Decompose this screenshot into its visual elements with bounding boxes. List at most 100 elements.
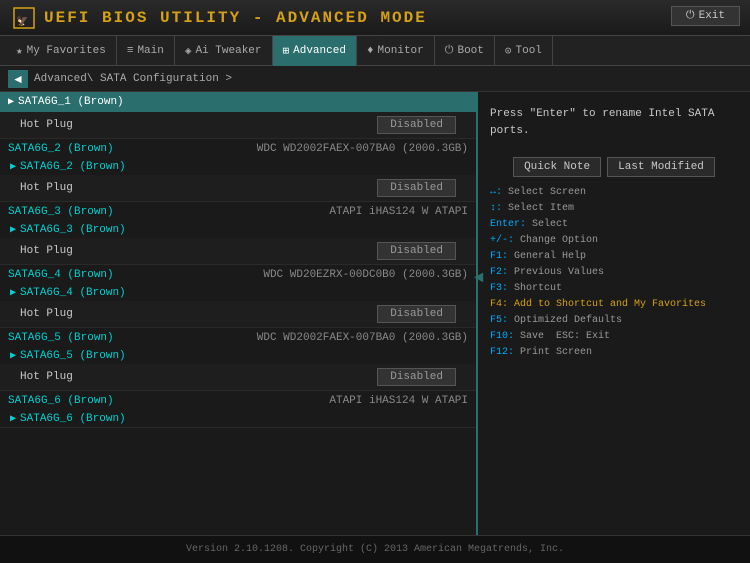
sata-sub-label-4[interactable]: ▶ SATA6G_4 (Brown): [0, 285, 476, 301]
hot-plug-value-1[interactable]: Disabled: [377, 116, 456, 134]
nav-item-advanced[interactable]: ⊞ Advanced: [273, 36, 357, 66]
nav-item-favorites[interactable]: ★ My Favorites: [6, 36, 117, 66]
hot-plug-value-4[interactable]: Disabled: [377, 305, 456, 323]
exit-button[interactable]: ⏻ Exit: [671, 6, 740, 26]
hot-plug-label-5: Hot Plug: [20, 371, 73, 383]
sata-title-1: ▶ SATA6G_1 (Brown): [8, 96, 124, 108]
sata-header-row-1[interactable]: ▶ SATA6G_1 (Brown): [0, 92, 476, 112]
hot-plug-row-4: Hot Plug Disabled: [0, 301, 476, 327]
ai-tweaker-icon: ◈: [185, 44, 192, 58]
header-title: UEFI BIOS UTILITY - ADVANCED MODE: [44, 9, 427, 27]
sata-sub-arrow-2: ▶: [10, 161, 16, 173]
hot-plug-label-4: Hot Plug: [20, 308, 73, 320]
breadcrumb-bar: ◄ Advanced\ SATA Configuration >: [0, 66, 750, 92]
left-panel: ▶ SATA6G_1 (Brown) Hot Plug Disabled SAT…: [0, 92, 478, 535]
exit-label: Exit: [699, 10, 725, 22]
shortcut-item-enter: Enter: Select: [490, 217, 738, 233]
shortcuts-panel: ↔: Select Screen ↕: Select Item Enter: S…: [486, 185, 742, 361]
quick-note-button[interactable]: Quick Note: [513, 157, 601, 177]
sata-title-5-label: SATA6G_5 (Brown): [8, 332, 114, 344]
sata-group-4: SATA6G_4 (Brown) WDC WD20EZRX-00DC0B0 (2…: [0, 265, 476, 328]
sata-title-2-label: SATA6G_2 (Brown): [8, 143, 114, 155]
shortcut-item-f5: F5: Optimized Defaults: [490, 313, 738, 329]
nav-label-tool: Tool: [516, 45, 542, 57]
boot-icon: ⏻: [445, 45, 454, 57]
sata-drive-info-6: ATAPI iHAS124 W ATAPI: [329, 395, 468, 407]
scroll-indicator: ◄: [474, 269, 484, 287]
nav-item-ai-tweaker[interactable]: ◈ Ai Tweaker: [175, 36, 273, 66]
header-logo: 🦅 UEFI BIOS UTILITY - ADVANCED MODE: [10, 4, 427, 32]
nav-label-favorites: My Favorites: [27, 45, 106, 57]
sata-sub-label-2[interactable]: ▶ SATA6G_2 (Brown): [0, 159, 476, 175]
shortcut-item-screen: ↔: Select Screen: [490, 185, 738, 201]
shortcut-item-f4: F4: Add to Shortcut and My Favorites: [490, 297, 738, 313]
sata-drive-info-2: WDC WD2002FAEX-007BA0 (2000.3GB): [257, 143, 468, 155]
sata-sub-arrow-3: ▶: [10, 224, 16, 236]
main-icon: ≡: [127, 45, 134, 57]
favorites-icon: ★: [16, 44, 23, 58]
shortcut-item-f12: F12: Print Screen: [490, 345, 738, 361]
back-button[interactable]: ◄: [8, 70, 28, 88]
nav-label-main: Main: [137, 45, 163, 57]
sata-title-6-label: SATA6G_6 (Brown): [8, 395, 114, 407]
nav-item-main[interactable]: ≡ Main: [117, 36, 175, 66]
hot-plug-row-2: Hot Plug Disabled: [0, 175, 476, 201]
svg-text:🦅: 🦅: [16, 14, 28, 28]
hot-plug-row-3: Hot Plug Disabled: [0, 238, 476, 264]
last-modified-button[interactable]: Last Modified: [607, 157, 715, 177]
quick-buttons: Quick Note Last Modified: [486, 157, 742, 177]
hot-plug-value-5[interactable]: Disabled: [377, 368, 456, 386]
tool-icon: ⊙: [505, 44, 512, 58]
shortcut-item-item: ↕: Select Item: [490, 201, 738, 217]
nav-label-boot: Boot: [457, 45, 483, 57]
nav-label-monitor: Monitor: [378, 45, 424, 57]
sata-header-row-4[interactable]: SATA6G_4 (Brown) WDC WD20EZRX-00DC0B0 (2…: [0, 265, 476, 285]
hot-plug-row-5: Hot Plug Disabled: [0, 364, 476, 390]
hot-plug-value-3[interactable]: Disabled: [377, 242, 456, 260]
sata-group-1: ▶ SATA6G_1 (Brown) Hot Plug Disabled: [0, 92, 476, 139]
sata-arrow-icon-1: ▶: [8, 96, 14, 108]
sata-sub-label-6[interactable]: ▶ SATA6G_6 (Brown): [0, 411, 476, 427]
sata-sub-label-5[interactable]: ▶ SATA6G_5 (Brown): [0, 348, 476, 364]
help-text: Press "Enter" to rename Intel SATA ports…: [486, 100, 742, 145]
sata-header-row-3[interactable]: SATA6G_3 (Brown) ATAPI iHAS124 W ATAPI: [0, 202, 476, 222]
nav-item-boot[interactable]: ⏻ Boot: [435, 36, 495, 66]
sata-group-3: SATA6G_3 (Brown) ATAPI iHAS124 W ATAPI ▶…: [0, 202, 476, 265]
nav-label-ai-tweaker: Ai Tweaker: [195, 45, 261, 57]
shortcut-item-f10: F10: Save ESC: Exit: [490, 329, 738, 345]
sata-header-row-2[interactable]: SATA6G_2 (Brown) WDC WD2002FAEX-007BA0 (…: [0, 139, 476, 159]
main-content: ▶ SATA6G_1 (Brown) Hot Plug Disabled SAT…: [0, 92, 750, 535]
sata-drive-info-5: WDC WD2002FAEX-007BA0 (2000.3GB): [257, 332, 468, 344]
sata-header-row-6[interactable]: SATA6G_6 (Brown) ATAPI iHAS124 W ATAPI: [0, 391, 476, 411]
shortcut-item-f3: F3: Shortcut: [490, 281, 738, 297]
hot-plug-value-2[interactable]: Disabled: [377, 179, 456, 197]
shortcut-item-f2: F2: Previous Values: [490, 265, 738, 281]
sata-title-3-label: SATA6G_3 (Brown): [8, 206, 114, 218]
breadcrumb: Advanced\ SATA Configuration >: [34, 73, 232, 85]
sata-sub-label-3[interactable]: ▶ SATA6G_3 (Brown): [0, 222, 476, 238]
sata-group-6: SATA6G_6 (Brown) ATAPI iHAS124 W ATAPI ▶…: [0, 391, 476, 428]
hot-plug-label-2: Hot Plug: [20, 182, 73, 194]
header: 🦅 UEFI BIOS UTILITY - ADVANCED MODE ⏻ Ex…: [0, 0, 750, 36]
sata-group-2: SATA6G_2 (Brown) WDC WD2002FAEX-007BA0 (…: [0, 139, 476, 202]
asus-logo-icon: 🦅: [10, 4, 38, 32]
navbar: ★ My Favorites ≡ Main ◈ Ai Tweaker ⊞ Adv…: [0, 36, 750, 66]
shortcut-item-change: +/-: Change Option: [490, 233, 738, 249]
shortcut-item-f1: F1: General Help: [490, 249, 738, 265]
footer: Version 2.10.1208. Copyright (C) 2013 Am…: [0, 535, 750, 563]
sata-drive-info-3: ATAPI iHAS124 W ATAPI: [329, 206, 468, 218]
hot-plug-label-3: Hot Plug: [20, 245, 73, 257]
sata-sub-arrow-4: ▶: [10, 287, 16, 299]
nav-item-monitor[interactable]: ♦ Monitor: [357, 36, 435, 66]
footer-text: Version 2.10.1208. Copyright (C) 2013 Am…: [186, 544, 564, 555]
nav-label-advanced: Advanced: [293, 45, 346, 57]
sata-group-5: SATA6G_5 (Brown) WDC WD2002FAEX-007BA0 (…: [0, 328, 476, 391]
advanced-icon: ⊞: [283, 44, 290, 58]
nav-item-tool[interactable]: ⊙ Tool: [495, 36, 553, 66]
sata-title-4-label: SATA6G_4 (Brown): [8, 269, 114, 281]
sata-header-row-5[interactable]: SATA6G_5 (Brown) WDC WD2002FAEX-007BA0 (…: [0, 328, 476, 348]
hot-plug-label-1: Hot Plug: [20, 119, 73, 131]
sata-sub-arrow-6: ▶: [10, 413, 16, 425]
monitor-icon: ♦: [367, 45, 374, 57]
exit-icon: ⏻: [686, 10, 695, 22]
